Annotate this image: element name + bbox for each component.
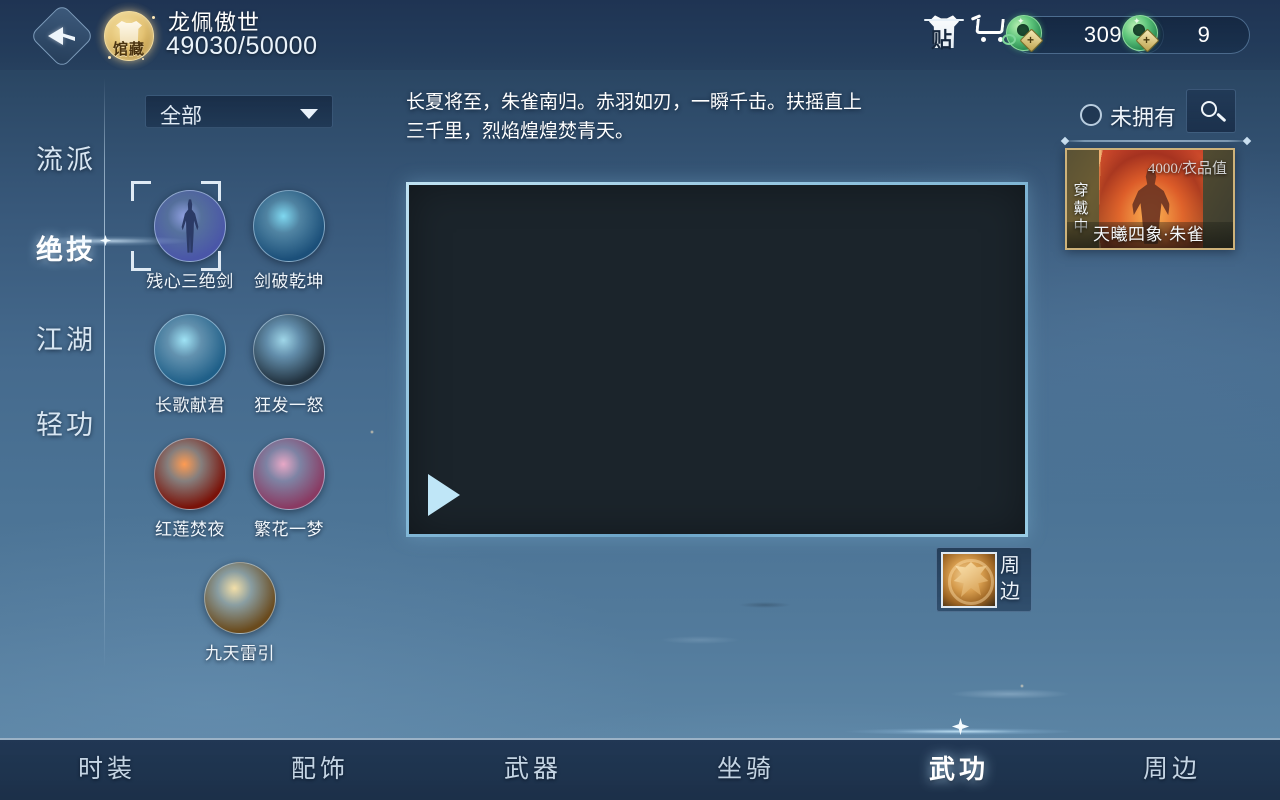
currency-jade[interactable]: ✦ + 9 (1122, 15, 1250, 54)
skill-name: 九天雷引 (205, 644, 275, 663)
shopping-cart-icon (975, 19, 1005, 34)
selection-frame-icon (131, 181, 221, 271)
cart-wheel (981, 37, 986, 42)
wardrobe-glyph: 贴 (931, 28, 952, 52)
skill-name: 红莲焚夜 (155, 520, 225, 539)
video-preview-panel[interactable] (406, 182, 1028, 537)
sidebar-item-qinggong[interactable]: 轻功 (20, 403, 112, 443)
skill-item-kuangfayinu[interactable]: 狂发一怒 (239, 314, 339, 416)
currency-value: 9 (1197, 22, 1211, 47)
skill-description: 长夏将至，朱雀南归。赤羽如刃，一瞬千击。扶摇直上三千里，烈焰煌煌焚青天。 (406, 92, 863, 142)
collection-badge[interactable]: 馆藏 (94, 2, 164, 70)
magnifier-icon (1201, 101, 1217, 117)
item-card-price-value: 4000 (1147, 161, 1178, 177)
wardrobe-button[interactable]: 贴 (922, 12, 968, 56)
skill-icon (154, 438, 226, 510)
back-button[interactable] (29, 3, 95, 69)
sidebar-active-marker-icon (36, 232, 186, 250)
hero-progress: 49030/50000 (166, 32, 318, 60)
wardrobe-rail (924, 19, 964, 21)
search-button[interactable] (1186, 89, 1236, 133)
skill-item-changgexianjun[interactable]: 长歌献君 (140, 314, 240, 416)
skill-item-honglianfenye[interactable]: 红莲焚夜 (140, 438, 240, 540)
owned-filter-checkbox[interactable] (1080, 104, 1102, 126)
bottom-nav-wugong[interactable]: 武功 (866, 749, 1052, 786)
right-panel-divider (1062, 140, 1250, 142)
badge-sparkle (142, 58, 144, 60)
badge-sparkle (108, 56, 111, 59)
top-bar: 馆藏 龙佩傲世 49030/50000 贴 ✦ + 309 ✦ + 9 (0, 0, 1280, 70)
chevron-down-icon (300, 109, 318, 119)
bottom-nav-peishi[interactable]: 配饰 (227, 749, 413, 785)
peripheral-button[interactable]: 周边 (936, 547, 1032, 612)
item-card[interactable]: 4000/衣品值 穿戴中 天曦四象·朱雀 (1065, 148, 1235, 250)
item-card-price-unit: /衣品值 (1177, 161, 1227, 177)
skill-item-jianpoqiankun[interactable]: 剑破乾坤 (239, 190, 339, 292)
bottom-nav: 时装 配饰 武器 坐骑 武功 周边 (0, 738, 1280, 800)
skill-icon (154, 314, 226, 386)
item-card-price: 4000/衣品值 (1148, 157, 1227, 178)
category-filter-value: 全部 (160, 104, 202, 128)
skill-icon (253, 438, 325, 510)
sidebar-item-jianghu[interactable]: 江湖 (20, 318, 112, 358)
bottom-nav-shizhuang[interactable]: 时装 (14, 749, 200, 785)
play-triangle-icon[interactable] (428, 474, 460, 516)
item-card-title: 天曦四象·朱雀 (1093, 225, 1205, 244)
skill-name: 剑破乾坤 (254, 272, 324, 291)
skill-icon (204, 562, 276, 634)
bottom-nav-zhoubian[interactable]: 周边 (1079, 749, 1265, 785)
phoenix-emblem-icon (941, 552, 997, 608)
bottom-nav-wuqi[interactable]: 武器 (440, 749, 626, 785)
skill-name: 狂发一怒 (254, 396, 324, 415)
skill-icon (253, 190, 325, 262)
bottom-nav-zuoqi[interactable]: 坐骑 (653, 749, 839, 785)
peripheral-button-label: 周边 (1000, 555, 1020, 603)
skill-name: 长歌献君 (155, 396, 225, 415)
skill-name: 繁花一梦 (254, 520, 324, 539)
badge-sparkle (152, 16, 155, 19)
skill-icon (253, 314, 325, 386)
category-filter-dropdown[interactable]: 全部 (145, 95, 333, 128)
magnifier-handle (1216, 112, 1227, 122)
owned-filter-label: 未拥有 (1110, 105, 1177, 130)
skill-item-fanhuayimeng[interactable]: 繁花一梦 (239, 438, 339, 540)
sidebar-item-liupai[interactable]: 流派 (20, 138, 112, 178)
skill-item-jiutianleiyin[interactable]: 九天雷引 (190, 562, 290, 664)
